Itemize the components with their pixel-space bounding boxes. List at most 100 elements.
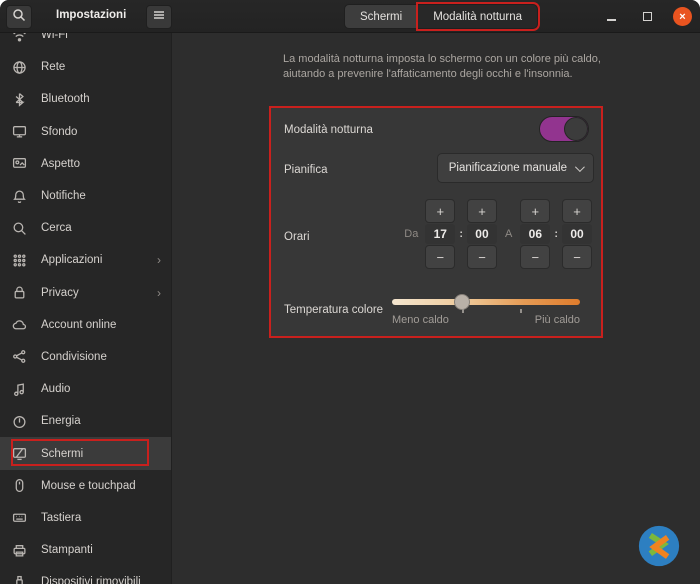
temperature-slider-track[interactable] <box>392 299 580 305</box>
sidebar-item-account-online[interactable]: Account online <box>0 309 171 341</box>
sidebar-item-mouse-e-touchpad[interactable]: Mouse e touchpad <box>0 470 171 502</box>
sidebar-item-label: Notifiche <box>41 190 161 202</box>
times-label: Orari <box>284 231 310 243</box>
from-hour-decrement-button[interactable]: − <box>425 245 455 269</box>
sidebar-item-audio[interactable]: Audio <box>0 373 171 405</box>
sidebar-item-label: Bluetooth <box>41 93 161 105</box>
sidebar-item-dispositivi-rimovibili[interactable]: Dispositivi rimovibili <box>0 566 171 584</box>
settings-window: Impostazioni Schermi Modalità notturna ×… <box>0 0 700 584</box>
sidebar-list: Wi-Fi Rete Bluetooth SfondoAspetto Notifiche… <box>0 33 171 584</box>
sidebar-item-label: Wi-Fi <box>41 33 161 41</box>
minimize-icon <box>607 19 616 21</box>
sidebar-item-label: Rete <box>41 61 161 73</box>
schedule-dropdown-value: Pianificazione manuale <box>449 162 567 174</box>
sidebar-item-applicazioni[interactable]: Applicazioni› <box>0 244 171 276</box>
to-label: A <box>505 228 512 240</box>
from-minute-value[interactable]: 00 <box>467 224 497 244</box>
sidebar-item-rete[interactable]: Rete <box>0 51 171 83</box>
bell-icon <box>12 189 27 204</box>
search-button[interactable] <box>6 5 32 29</box>
view-switcher: Schermi Modalità notturna <box>344 4 538 29</box>
from-minute-spinner: + 00 − <box>467 199 497 269</box>
from-minute-increment-button[interactable]: + <box>467 199 497 223</box>
to-hour-decrement-button[interactable]: − <box>520 245 550 269</box>
sidebar-item-label: Cerca <box>41 222 161 234</box>
to-minute-decrement-button[interactable]: − <box>562 245 592 269</box>
main-panel: La modalità notturna imposta lo schermo … <box>173 33 700 584</box>
sidebar-item-sfondo[interactable]: Sfondo <box>0 116 171 148</box>
to-minute-spinner: + 00 − <box>562 199 592 269</box>
sidebar-item-label: Privacy <box>41 287 157 299</box>
sidebar-item-label: Energia <box>41 415 161 427</box>
night-light-toggle[interactable] <box>539 116 589 142</box>
hamburger-icon <box>152 8 166 27</box>
sidebar-item-label: Schermi <box>41 448 161 460</box>
sidebar-item-bluetooth[interactable]: Bluetooth <box>0 83 171 115</box>
keyboard-icon <box>12 510 27 525</box>
printer-icon <box>12 543 27 558</box>
temperature-slider-zone: Meno caldo Più caldo <box>392 296 580 332</box>
lffl-logo <box>636 523 682 569</box>
chevron-right-icon: › <box>157 286 161 300</box>
header-bar: Impostazioni Schermi Modalità notturna × <box>0 0 700 33</box>
mouse-icon <box>12 478 27 493</box>
wallpaper-icon <box>12 124 27 139</box>
sidebar-item-label: Tastiera <box>41 512 161 524</box>
chevron-right-icon: › <box>157 253 161 267</box>
sidebar-item-label: Condivisione <box>41 351 161 363</box>
to-hour-spinner: + 06 − <box>520 199 550 269</box>
sidebar-item-label: Account online <box>41 319 161 331</box>
sidebar-item-notifiche[interactable]: Notifiche <box>0 180 171 212</box>
sidebar-item-wi-fi[interactable]: Wi-Fi <box>0 33 171 51</box>
from-colon: : <box>459 228 463 240</box>
power-icon <box>12 414 27 429</box>
display-icon <box>12 446 27 461</box>
close-button[interactable]: × <box>673 7 692 26</box>
menu-button[interactable] <box>146 5 172 29</box>
minimize-button[interactable] <box>601 7 621 27</box>
to-minute-increment-button[interactable]: + <box>562 199 592 223</box>
maximize-button[interactable] <box>637 7 657 27</box>
temperature-slider-handle[interactable] <box>454 294 470 310</box>
sidebar-item-schermi[interactable]: Schermi <box>0 437 171 469</box>
more-warm-label: Più caldo <box>535 314 580 326</box>
to-colon: : <box>554 228 558 240</box>
window-controls: × <box>601 0 692 33</box>
to-hour-value[interactable]: 06 <box>520 224 550 244</box>
night-light-description: La modalità notturna imposta lo schermo … <box>283 52 631 81</box>
sidebar-item-energia[interactable]: Energia <box>0 405 171 437</box>
cloud-icon <box>12 317 27 332</box>
sidebar-item-label: Applicazioni <box>41 254 157 266</box>
usb-icon <box>12 575 27 584</box>
window-title: Impostazioni <box>56 9 126 21</box>
less-warm-label: Meno caldo <box>392 314 449 326</box>
sidebar-item-cerca[interactable]: Cerca <box>0 212 171 244</box>
times-group: Da + 17 − : + 00 − A + 06 − : <box>404 199 592 269</box>
to-hour-increment-button[interactable]: + <box>520 199 550 223</box>
network-globe-icon <box>12 60 27 75</box>
from-minute-decrement-button[interactable]: − <box>467 245 497 269</box>
from-hour-value[interactable]: 17 <box>425 224 455 244</box>
sidebar-item-condivisione[interactable]: Condivisione <box>0 341 171 373</box>
tab-modalita-notturna[interactable]: Modalità notturna <box>418 4 538 29</box>
from-hour-increment-button[interactable]: + <box>425 199 455 223</box>
sidebar-item-tastiera[interactable]: Tastiera <box>0 502 171 534</box>
bluetooth-icon <box>12 92 27 107</box>
sidebar-item-stampanti[interactable]: Stampanti <box>0 534 171 566</box>
search-icon <box>12 8 26 27</box>
sidebar-item-label: Dispositivi rimovibili <box>41 576 161 584</box>
tab-schermi[interactable]: Schermi <box>344 4 418 29</box>
slider-tick <box>520 309 522 313</box>
from-label: Da <box>404 228 418 240</box>
toggle-knob <box>564 117 588 141</box>
sidebar-item-label: Audio <box>41 383 161 395</box>
search-icon <box>12 221 27 236</box>
schedule-dropdown[interactable]: Pianificazione manuale <box>437 153 594 183</box>
share-icon <box>12 349 27 364</box>
sidebar-item-label: Stampanti <box>41 544 161 556</box>
temperature-label: Temperatura colore <box>284 304 383 316</box>
sidebar-item-privacy[interactable]: Privacy› <box>0 277 171 309</box>
to-minute-value[interactable]: 00 <box>562 224 592 244</box>
sidebar: Wi-Fi Rete Bluetooth SfondoAspetto Notifiche… <box>0 33 172 584</box>
sidebar-item-aspetto[interactable]: Aspetto <box>0 148 171 180</box>
